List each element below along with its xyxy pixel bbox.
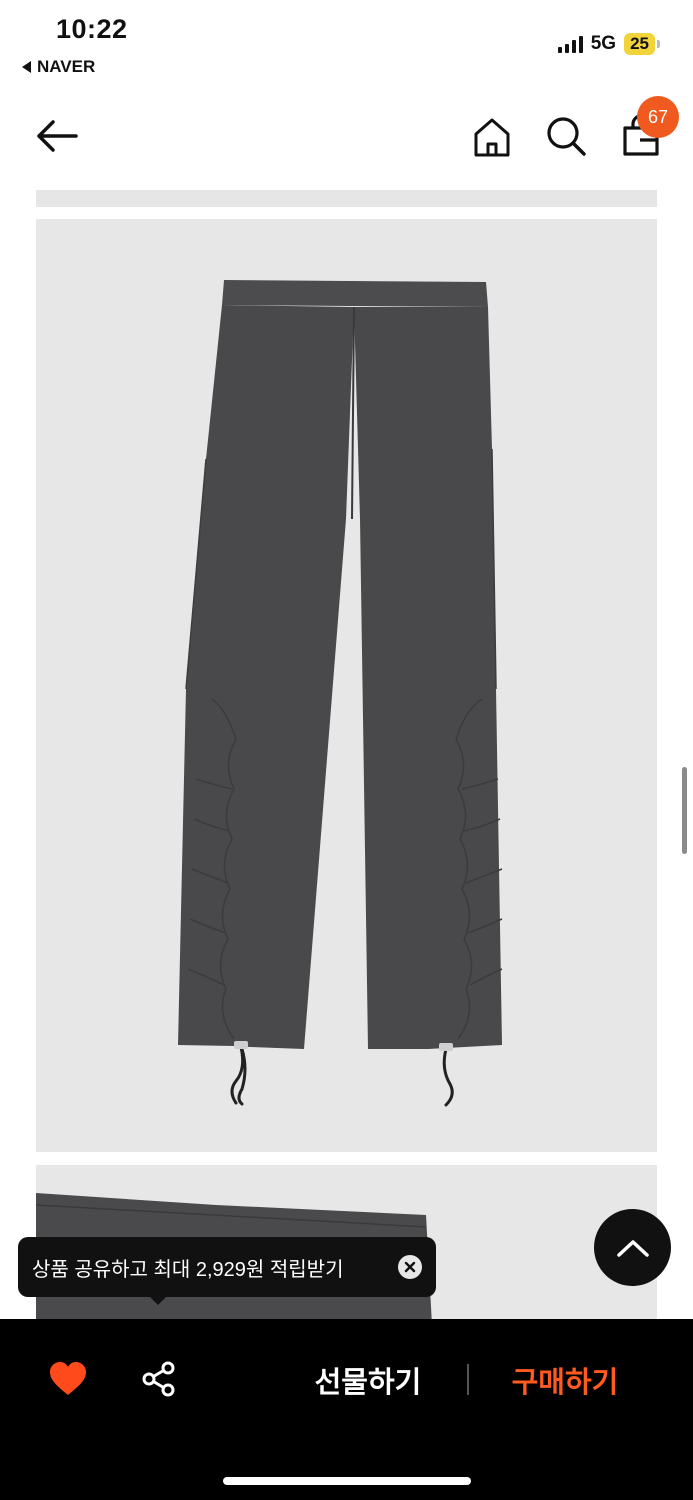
bottom-action-bar: [0, 1319, 693, 1500]
share-icon: [142, 1361, 175, 1397]
signal-icon: [557, 35, 583, 53]
home-button[interactable]: [472, 116, 512, 158]
page-scrollbar[interactable]: [682, 767, 687, 854]
battery-level: 25: [624, 33, 660, 55]
status-time: 10:22: [56, 14, 128, 44]
back-triangle-icon: [22, 61, 31, 73]
heart-icon: [50, 1362, 86, 1395]
like-button[interactable]: [49, 1362, 87, 1396]
status-back-label: NAVER: [37, 57, 96, 76]
share-reward-tooltip: 상품 공유하고 최대 2,929원 적립받기: [18, 1237, 436, 1297]
home-indicator[interactable]: [223, 1477, 471, 1485]
status-back-to-app[interactable]: NAVER: [22, 57, 95, 77]
tooltip-text: 상품 공유하고 최대 2,929원 적립받기: [32, 1258, 344, 1281]
gift-button[interactable]: 선물하기: [280, 1352, 456, 1408]
cart-count-badge: 67: [637, 96, 679, 138]
product-image-strip: [36, 190, 657, 207]
home-icon: [474, 118, 510, 157]
search-icon: [547, 117, 586, 156]
back-arrow-icon: [37, 120, 78, 152]
product-image-main[interactable]: [36, 219, 657, 1152]
share-button[interactable]: [141, 1361, 177, 1397]
back-button[interactable]: [34, 116, 80, 156]
buy-button[interactable]: 구매하기: [485, 1352, 645, 1408]
network-type: 5G: [590, 33, 617, 54]
tooltip-pointer: [148, 1295, 168, 1305]
pants-illustration: [178, 280, 503, 1107]
tooltip-close-button[interactable]: [398, 1255, 422, 1279]
status-indicators: 5G 25: [557, 33, 660, 55]
scroll-to-top-button[interactable]: [594, 1209, 671, 1286]
bar-divider: [467, 1364, 469, 1395]
chevron-up-icon: [616, 1239, 649, 1257]
close-icon: [404, 1261, 416, 1273]
search-button[interactable]: [545, 115, 587, 157]
